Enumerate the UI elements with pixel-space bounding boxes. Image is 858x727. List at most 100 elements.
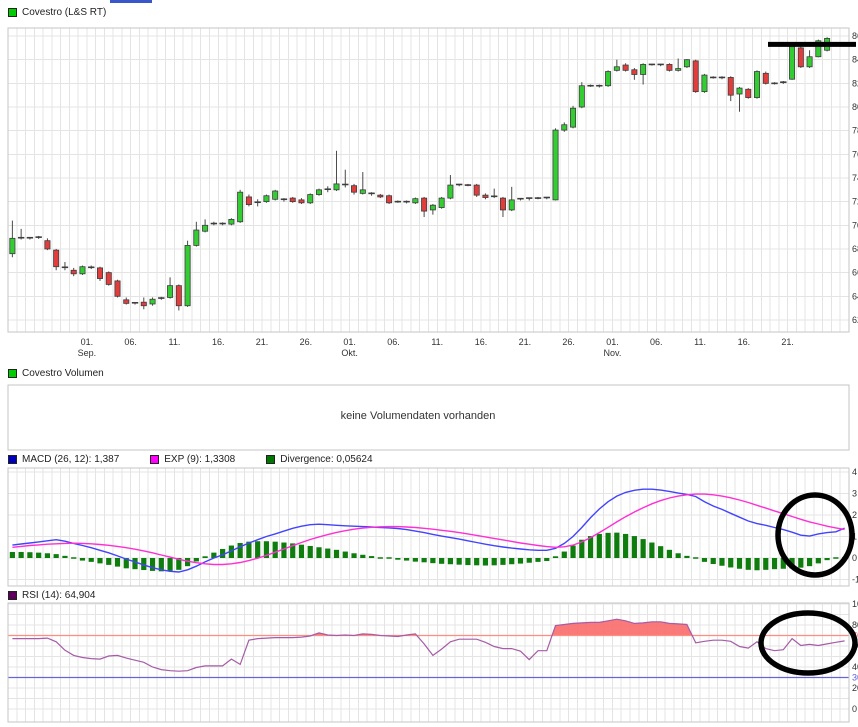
candle-down: [96, 267, 103, 279]
macd-histogram-bar: [342, 551, 348, 559]
macd-histogram-bar: [605, 532, 611, 559]
macd-histogram-bar: [754, 558, 760, 571]
macd-histogram-bar: [193, 558, 199, 562]
candle-up: [613, 66, 620, 71]
macd-histogram-bar: [693, 557, 699, 559]
macd-histogram-bar: [544, 558, 550, 562]
macd-histogram-bar: [482, 558, 489, 566]
date-axis-label: 06.: [124, 337, 137, 347]
candle-down: [105, 272, 112, 285]
macd-histogram-bar: [474, 558, 480, 566]
candle-down: [762, 72, 769, 84]
price-axis-label: 70: [852, 220, 858, 230]
macd-histogram-bar: [509, 558, 515, 565]
price-axis-label: 68: [852, 244, 858, 254]
macd-histogram-bar: [517, 558, 524, 564]
macd-histogram-bar: [561, 551, 567, 559]
macd-histogram-bar: [237, 542, 243, 559]
price-axis-label: 84: [852, 55, 858, 65]
price-axis-label: 72: [852, 197, 858, 207]
date-axis-label: 06.: [387, 337, 400, 347]
candle-up: [307, 194, 314, 204]
macd-histogram-bar: [368, 556, 375, 559]
candle-down: [727, 77, 734, 96]
macd-histogram-bar: [535, 558, 541, 562]
candle-up: [447, 184, 454, 199]
candle-doji: [771, 82, 778, 85]
macd-legend-item-macd: MACD (26, 12): 1,387: [8, 454, 119, 465]
volume-legend-label: Covestro Volumen: [22, 368, 104, 379]
macd-histogram-bar: [167, 558, 173, 571]
macd-histogram-bar: [771, 558, 778, 570]
candle-up: [438, 197, 445, 208]
macd-histogram-bar: [552, 556, 559, 559]
candle-down: [622, 64, 629, 71]
macd-histogram-bar: [640, 539, 646, 559]
price-axis-label: 66: [852, 268, 858, 278]
macd-histogram-bar: [71, 557, 77, 559]
candle-down: [797, 47, 804, 68]
date-axis-label: 21.: [519, 337, 532, 347]
price-axis-label: 86: [852, 31, 858, 41]
rsi-axis-label: 100: [852, 599, 858, 609]
candle-doji: [455, 183, 463, 186]
candle-up: [237, 191, 244, 223]
candle-doji: [543, 196, 550, 199]
macd-histogram-bar: [710, 558, 716, 565]
price-legend: Covestro (L&S RT): [8, 7, 106, 18]
candle-doji: [17, 236, 25, 239]
macd-histogram-bar: [623, 533, 629, 559]
date-axis-label: 21.: [781, 337, 794, 347]
candle-up: [754, 71, 761, 98]
candle-doji: [596, 84, 603, 87]
macd-histogram-bar: [351, 553, 357, 559]
volume-legend-swatch-icon: [8, 369, 17, 378]
macd-swatch-icon: [8, 455, 17, 464]
macd-histogram-bar: [736, 558, 743, 569]
price-axis-label: 74: [852, 173, 858, 183]
macd-histogram-bar: [298, 544, 305, 559]
date-axis-month-label: Nov.: [604, 348, 622, 358]
macd-histogram-bar: [587, 536, 594, 559]
candle-doji: [464, 184, 472, 186]
macd-axis-label: 3: [852, 489, 857, 499]
candle-up: [149, 298, 156, 305]
macd-histogram-bar: [325, 548, 331, 559]
candle-down: [473, 184, 480, 196]
candle-doji: [368, 192, 375, 195]
candle-up: [333, 183, 340, 191]
date-axis-label: 01.: [606, 337, 619, 347]
candle-doji: [403, 200, 410, 203]
macd-histogram-bar: [833, 557, 839, 559]
candle-up: [789, 46, 796, 80]
candle-up: [315, 189, 322, 195]
divergence-legend-label: Divergence: 0,05624: [280, 454, 373, 465]
macd-histogram-bar: [88, 558, 94, 562]
candle-up: [184, 245, 191, 307]
date-axis-label: 11.: [431, 337, 443, 347]
candle-doji: [61, 266, 69, 269]
candle-doji: [657, 63, 664, 66]
macd-histogram-bar: [631, 536, 637, 559]
price-axis-label: 80: [852, 102, 858, 112]
rsi-axis-label: 0: [852, 704, 857, 714]
candle-down: [298, 199, 305, 204]
macd-histogram-bar: [815, 558, 821, 564]
rsi-axis-label: 80: [852, 620, 858, 630]
candle-up: [167, 285, 174, 298]
rsi-legend: RSI (14): 64,904: [8, 590, 95, 601]
candle-doji: [210, 222, 218, 225]
candle-down: [482, 194, 489, 198]
macd-histogram-bar: [53, 554, 59, 559]
no-volume-data-message: keine Volumendaten vorhanden: [340, 410, 496, 422]
candle-up: [736, 87, 743, 95]
date-axis-label: 16.: [738, 337, 751, 347]
candle-down: [123, 299, 130, 304]
candle-doji: [526, 197, 533, 199]
price-axis-label: 76: [852, 149, 858, 159]
macd-histogram-bar: [745, 558, 751, 570]
macd-histogram-bar: [658, 546, 664, 559]
macd-histogram-bar: [719, 558, 725, 566]
date-axis-label: 11.: [694, 337, 706, 347]
macd-histogram-bar: [386, 557, 392, 559]
